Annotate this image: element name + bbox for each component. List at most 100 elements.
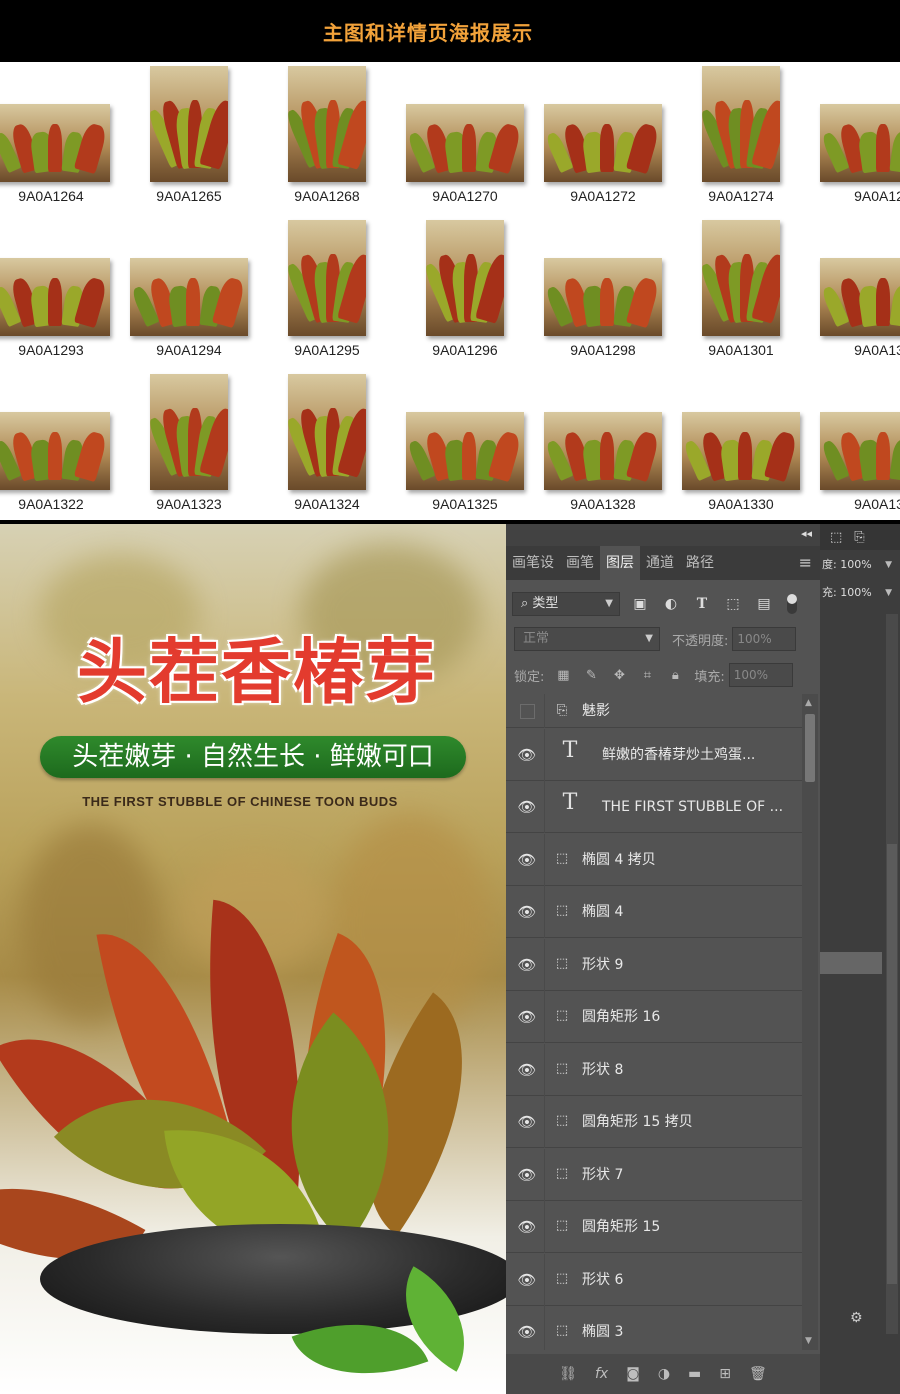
filter-toggle[interactable] [787, 594, 797, 614]
shape-layer-icon: ⬚ [555, 1165, 569, 1181]
thumbnail-item[interactable]: 9A0A1264 [0, 66, 120, 206]
lock-all-icon[interactable]: 🔒︎ [666, 668, 684, 683]
tab-4[interactable]: 路径 [680, 546, 720, 580]
thumbnail-item[interactable]: 9A0A1294 [120, 220, 258, 360]
search-icon: ⌕ [521, 596, 533, 611]
eye-icon[interactable]: 👁︎ [516, 939, 538, 991]
eye-icon[interactable]: 👁︎ [516, 1149, 538, 1201]
eye-icon[interactable]: 👁︎ [516, 1096, 538, 1148]
layer-row[interactable]: 👁︎ ⬚ 形状 6 [506, 1253, 802, 1306]
thumbnail-item[interactable]: 9A0A1293 [0, 220, 120, 360]
thumbnail-item[interactable]: 9A0A1268 [258, 66, 396, 206]
thumbnail-label: 9A0A13 [854, 496, 900, 512]
thumbnail-item[interactable]: 9A0A1323 [120, 374, 258, 514]
eye-icon[interactable]: 👁︎ [516, 1254, 538, 1306]
scroll-down-icon[interactable]: ▼ [805, 1336, 812, 1346]
row-divider [544, 1043, 545, 1096]
layer-scrollbar[interactable]: ▲ ▼ [802, 694, 818, 1350]
eye-icon[interactable]: 👁︎ [516, 1044, 538, 1096]
collapse-icon[interactable]: ◂◂ [801, 527, 812, 540]
thumbnail-label: 9A0A1322 [18, 496, 84, 512]
lock-transparent-icon[interactable]: ▦ [554, 668, 572, 683]
layer-row[interactable]: ⎘ 魅影 [506, 694, 802, 728]
smart-object-filter-icon[interactable]: ▤ [753, 593, 775, 615]
link-icon[interactable]: ⛓ [559, 1366, 577, 1382]
layer-row[interactable]: 👁︎ ⬚ 形状 8 [506, 1043, 802, 1096]
thumbnail-item[interactable]: 9A0A1295 [258, 220, 396, 360]
scroll-thumb[interactable] [805, 714, 815, 782]
scroll-thumb[interactable] [887, 844, 897, 1284]
lock-position-icon[interactable]: ✥ [610, 668, 628, 683]
layer-name: THE FIRST STUBBLE OF ... [602, 799, 784, 815]
layer-row[interactable]: 👁︎ ⬚ 椭圆 3 [506, 1306, 802, 1350]
shape-layer-icon: ⬚ [555, 1060, 569, 1076]
blend-mode-label: 正常 [523, 631, 550, 646]
eye-icon[interactable]: 👁︎ [516, 886, 538, 938]
layer-row[interactable]: 👁︎ ⬚ 圆角矩形 15 拷贝 [506, 1096, 802, 1148]
layer-row[interactable]: 👁︎ ⬚ 椭圆 4 拷贝 [506, 833, 802, 886]
lock-pixels-icon[interactable]: ✎ [582, 668, 600, 683]
shape-filter-icon[interactable]: ⬚ [722, 593, 744, 615]
eye-icon[interactable]: 👁︎ [516, 1201, 538, 1253]
tab-2[interactable]: 图层 [600, 546, 640, 580]
layer-row[interactable]: 👁︎ T THE FIRST STUBBLE OF ... [506, 781, 802, 833]
layer-row[interactable]: 👁︎ ⬚ 形状 7 [506, 1148, 802, 1201]
thumbnail-item[interactable]: 9A0A1270 [396, 66, 534, 206]
filter-kind-select[interactable]: ⌕ 类型 ▼ [512, 592, 620, 616]
thumbnail-item[interactable]: 9A0A1298 [534, 220, 672, 360]
tab-1[interactable]: 画笔 [560, 546, 600, 580]
tab-3[interactable]: 通道 [640, 546, 680, 580]
image-filter-icon[interactable]: ▣ [629, 593, 651, 615]
row-divider [544, 1306, 545, 1350]
thumbnail-item[interactable]: 9A0A1265 [120, 66, 258, 206]
settings-icon[interactable]: ⚙ [850, 1310, 863, 1326]
side-prop-1[interactable]: 充: 100% ▼ [820, 582, 900, 604]
properties-scrollbar[interactable] [886, 614, 898, 1334]
layer-row[interactable]: 👁︎ ⬚ 圆角矩形 15 [506, 1201, 802, 1253]
export-icon[interactable]: ⎘ [854, 530, 864, 545]
properties-strip: ⬚ ⎘ 度: 100% ▼ 充: 100% ▼ ⚙ [820, 524, 900, 1394]
thumbnail-item[interactable]: 9A0A1324 [258, 374, 396, 514]
thumbnail-label: 9A0A1330 [708, 496, 774, 512]
adjustment-icon[interactable]: ◑ [658, 1366, 670, 1382]
transform-icon[interactable]: ⬚ [830, 530, 842, 545]
fill-field[interactable]: 100% [728, 663, 793, 687]
text-filter-icon[interactable]: T [691, 593, 713, 615]
thumbnail-item[interactable]: 9A0A1301 [672, 220, 810, 360]
thumbnail-item[interactable]: 9A0A1330 [672, 374, 810, 514]
thumbnail-item[interactable]: 9A0A1274 [672, 66, 810, 206]
adjustment-filter-icon[interactable]: ◐ [660, 593, 682, 615]
row-divider [544, 1201, 545, 1253]
side-prop-0[interactable]: 度: 100% ▼ [820, 554, 900, 576]
thumbnail-item[interactable]: 9A0A1322 [0, 374, 120, 514]
lock-artboard-icon[interactable]: ⌗ [638, 668, 656, 683]
thumbnail-item[interactable]: 9A0A1325 [396, 374, 534, 514]
tab-0[interactable]: 画笔设 [506, 546, 560, 580]
fx-icon[interactable]: fx [595, 1366, 608, 1382]
smart-object-icon: ⎘ [556, 703, 568, 718]
thumbnail-item[interactable]: 9A0A13 [810, 220, 900, 360]
eye-icon[interactable]: 👁︎ [516, 1306, 538, 1350]
folder-icon[interactable]: ▬ [688, 1366, 701, 1382]
scroll-up-icon[interactable]: ▲ [805, 698, 812, 708]
panel-menu-icon[interactable]: ≡ [799, 546, 812, 580]
layer-row[interactable]: 👁︎ ⬚ 形状 9 [506, 938, 802, 991]
thumbnail-item[interactable]: 9A0A1328 [534, 374, 672, 514]
trash-icon[interactable]: 🗑︎ [749, 1366, 767, 1382]
visibility-box-icon[interactable] [516, 694, 538, 728]
thumbnail-item[interactable]: 9A0A1296 [396, 220, 534, 360]
layer-row[interactable]: 👁︎ T 鲜嫩的香椿芽炒土鸡蛋... [506, 728, 802, 781]
layer-row[interactable]: 👁︎ ⬚ 椭圆 4 [506, 886, 802, 938]
blend-mode-select[interactable]: 正常 ▼ [514, 627, 660, 651]
mask-icon[interactable]: ◙ [626, 1366, 640, 1382]
thumbnail-item[interactable]: 9A0A13 [810, 374, 900, 514]
opacity-field[interactable]: 100% [732, 627, 797, 651]
eye-icon[interactable]: 👁︎ [516, 834, 538, 886]
eye-icon[interactable]: 👁︎ [516, 729, 538, 781]
eye-icon[interactable]: 👁︎ [516, 991, 538, 1043]
eye-icon[interactable]: 👁︎ [516, 781, 538, 833]
thumbnail-item[interactable]: 9A0A12 [810, 66, 900, 206]
layer-row[interactable]: 👁︎ ⬚ 圆角矩形 16 [506, 991, 802, 1043]
new-layer-icon[interactable]: ⊞ [719, 1366, 731, 1382]
thumbnail-item[interactable]: 9A0A1272 [534, 66, 672, 206]
